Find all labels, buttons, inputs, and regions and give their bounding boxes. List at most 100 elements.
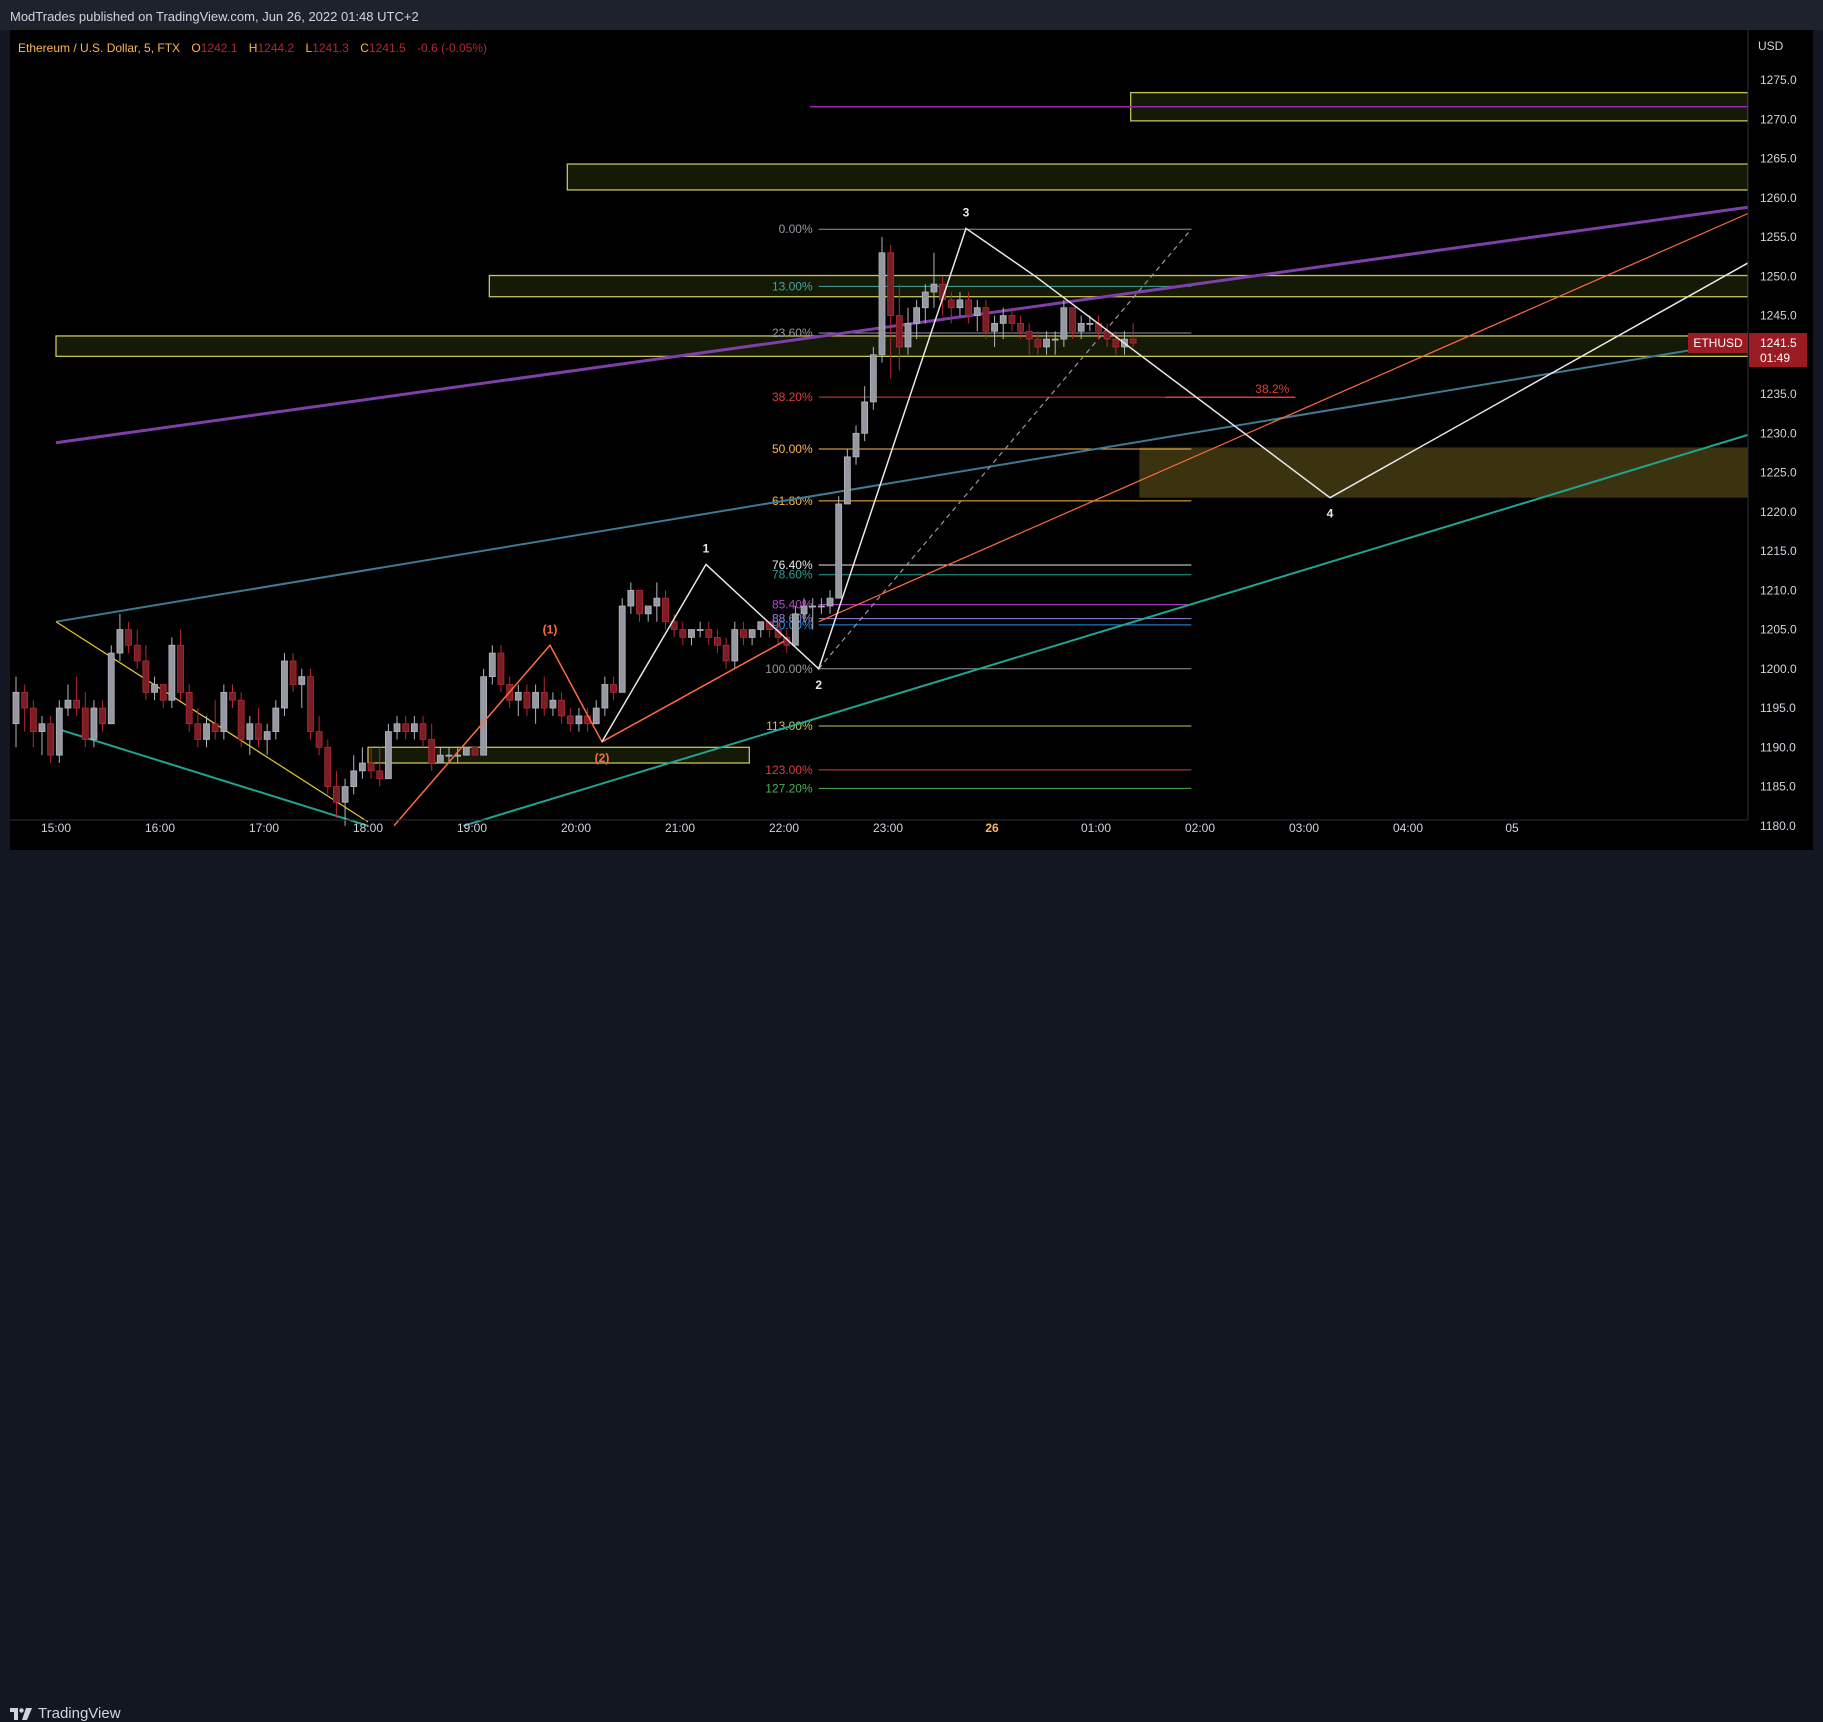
- candle-body: [835, 503, 843, 599]
- time-tick-label: 21:00: [665, 821, 695, 835]
- price-axis[interactable]: USD 1275.0 1270.0 1265.0 1260.0 1255.0 1250.0 1…: [1747, 30, 1813, 833]
- candle-body: [307, 676, 314, 733]
- candle-body: [1051, 338, 1059, 341]
- price-tick-label: 1185.0: [1760, 780, 1796, 794]
- candle-body: [133, 644, 141, 662]
- candle-body: [1086, 322, 1094, 325]
- price-tick-label: 1230.0: [1760, 426, 1797, 440]
- candle-body: [272, 707, 280, 732]
- candle-body: [861, 401, 869, 434]
- fib-level-label: 38.20%: [772, 390, 813, 404]
- candle-body: [90, 707, 98, 740]
- candle-body: [151, 684, 158, 693]
- candle-body: [757, 621, 765, 630]
- price-tick-label: 1205.0: [1760, 623, 1797, 637]
- candle-body: [64, 699, 72, 709]
- candle-body: [81, 707, 89, 740]
- candle-body: [653, 597, 661, 607]
- time-tick-label: 17:00: [249, 821, 279, 835]
- candle-body: [1112, 338, 1120, 348]
- price-tick-label: 1210.0: [1760, 583, 1797, 597]
- candle-body: [393, 723, 401, 732]
- candle-body: [601, 684, 609, 709]
- fib-level-label: 100.00%: [765, 662, 813, 676]
- candle-body: [731, 629, 739, 662]
- candle-body: [792, 613, 799, 646]
- candlestick-series: [12, 237, 1137, 826]
- candle-body: [333, 786, 340, 803]
- price-tick-label: 1260.0: [1760, 191, 1797, 205]
- change-value: -0.6 (-0.05%): [417, 41, 487, 55]
- candle-body: [12, 691, 20, 725]
- tradingview-logo-icon: [10, 1707, 32, 1720]
- candle-body: [1017, 322, 1024, 332]
- candle-body: [566, 715, 574, 725]
- price-tag-value: 1241.5: [1760, 336, 1797, 350]
- wave-label: (2): [595, 751, 610, 765]
- candle-body: [705, 629, 713, 638]
- candle-body: [904, 322, 912, 348]
- elliott-wave-layer: (1) (2) 1 2 3 4: [393, 205, 1749, 827]
- candle-body: [636, 589, 643, 615]
- candle-body: [887, 252, 895, 316]
- open-value: 1242.1: [201, 41, 238, 55]
- price-tag-countdown: 01:49: [1760, 351, 1790, 365]
- candle-body: [878, 252, 886, 356]
- candle-body: [826, 597, 834, 607]
- symbol-title: Ethereum / U.S. Dollar, 5, FTX: [18, 41, 180, 55]
- price-tick-label: 1195.0: [1760, 701, 1796, 715]
- candle-body: [298, 676, 306, 685]
- fib-level-label: 123.00%: [765, 763, 813, 777]
- high-value: 1244.2: [257, 41, 294, 55]
- time-tick-label: 05: [1505, 821, 1519, 835]
- candle-body: [696, 629, 704, 631]
- candle-body: [722, 644, 730, 662]
- candle-body: [1129, 338, 1137, 344]
- time-axis[interactable]: 15:00 16:00 17:00 18:00 19:00 20:00 21:00 22:00…: [10, 819, 1748, 835]
- candle-body: [289, 660, 297, 685]
- candle-body: [991, 322, 998, 332]
- candle-body: [402, 723, 410, 732]
- candle-body: [480, 676, 488, 756]
- candle-body: [999, 315, 1007, 324]
- price-tick-label: 1250.0: [1760, 269, 1797, 283]
- wave-label: 4: [1327, 507, 1334, 521]
- candle-body: [532, 691, 539, 709]
- candle-body: [913, 307, 921, 324]
- candle-body: [809, 605, 817, 608]
- time-tick-label: 18:00: [353, 821, 383, 835]
- candle-body: [965, 299, 972, 316]
- candle-body: [255, 723, 262, 740]
- trendline: [463, 433, 1749, 827]
- fib-level-label: 78.60%: [772, 568, 813, 582]
- candle-body: [125, 629, 132, 646]
- trendline: [818, 212, 1749, 623]
- candle-body: [281, 660, 288, 709]
- price-tick-label: 1255.0: [1760, 230, 1797, 244]
- candle-body: [662, 597, 669, 623]
- price-tick-label: 1245.0: [1760, 309, 1797, 323]
- candle-body: [107, 652, 115, 725]
- wave-label: 3: [963, 205, 970, 219]
- candle-body: [177, 644, 184, 693]
- candle-body: [99, 707, 106, 725]
- price-chart[interactable]: 0.00%13.00%23.60%38.20%50.00%61.80%76.40…: [0, 0, 1823, 850]
- low-value: 1241.3: [312, 41, 349, 55]
- candle-body: [203, 723, 210, 740]
- candle-body: [973, 307, 981, 316]
- high-label: H: [249, 41, 258, 55]
- candle-body: [419, 723, 427, 740]
- price-tick-label: 1265.0: [1760, 152, 1797, 166]
- candle-body: [817, 605, 825, 608]
- brand-name: TradingView: [38, 1705, 121, 1722]
- candle-body: [1069, 307, 1076, 332]
- candle-body: [627, 589, 635, 607]
- candle-body: [263, 731, 271, 740]
- wave-label: 2: [815, 678, 822, 692]
- time-tick-label: 16:00: [145, 821, 175, 835]
- tradingview-brand[interactable]: TradingView: [10, 1705, 121, 1722]
- candle-body: [462, 746, 470, 756]
- price-tick-label: 1235.0: [1760, 387, 1797, 401]
- candle-body: [315, 731, 323, 748]
- candle-body: [237, 699, 245, 740]
